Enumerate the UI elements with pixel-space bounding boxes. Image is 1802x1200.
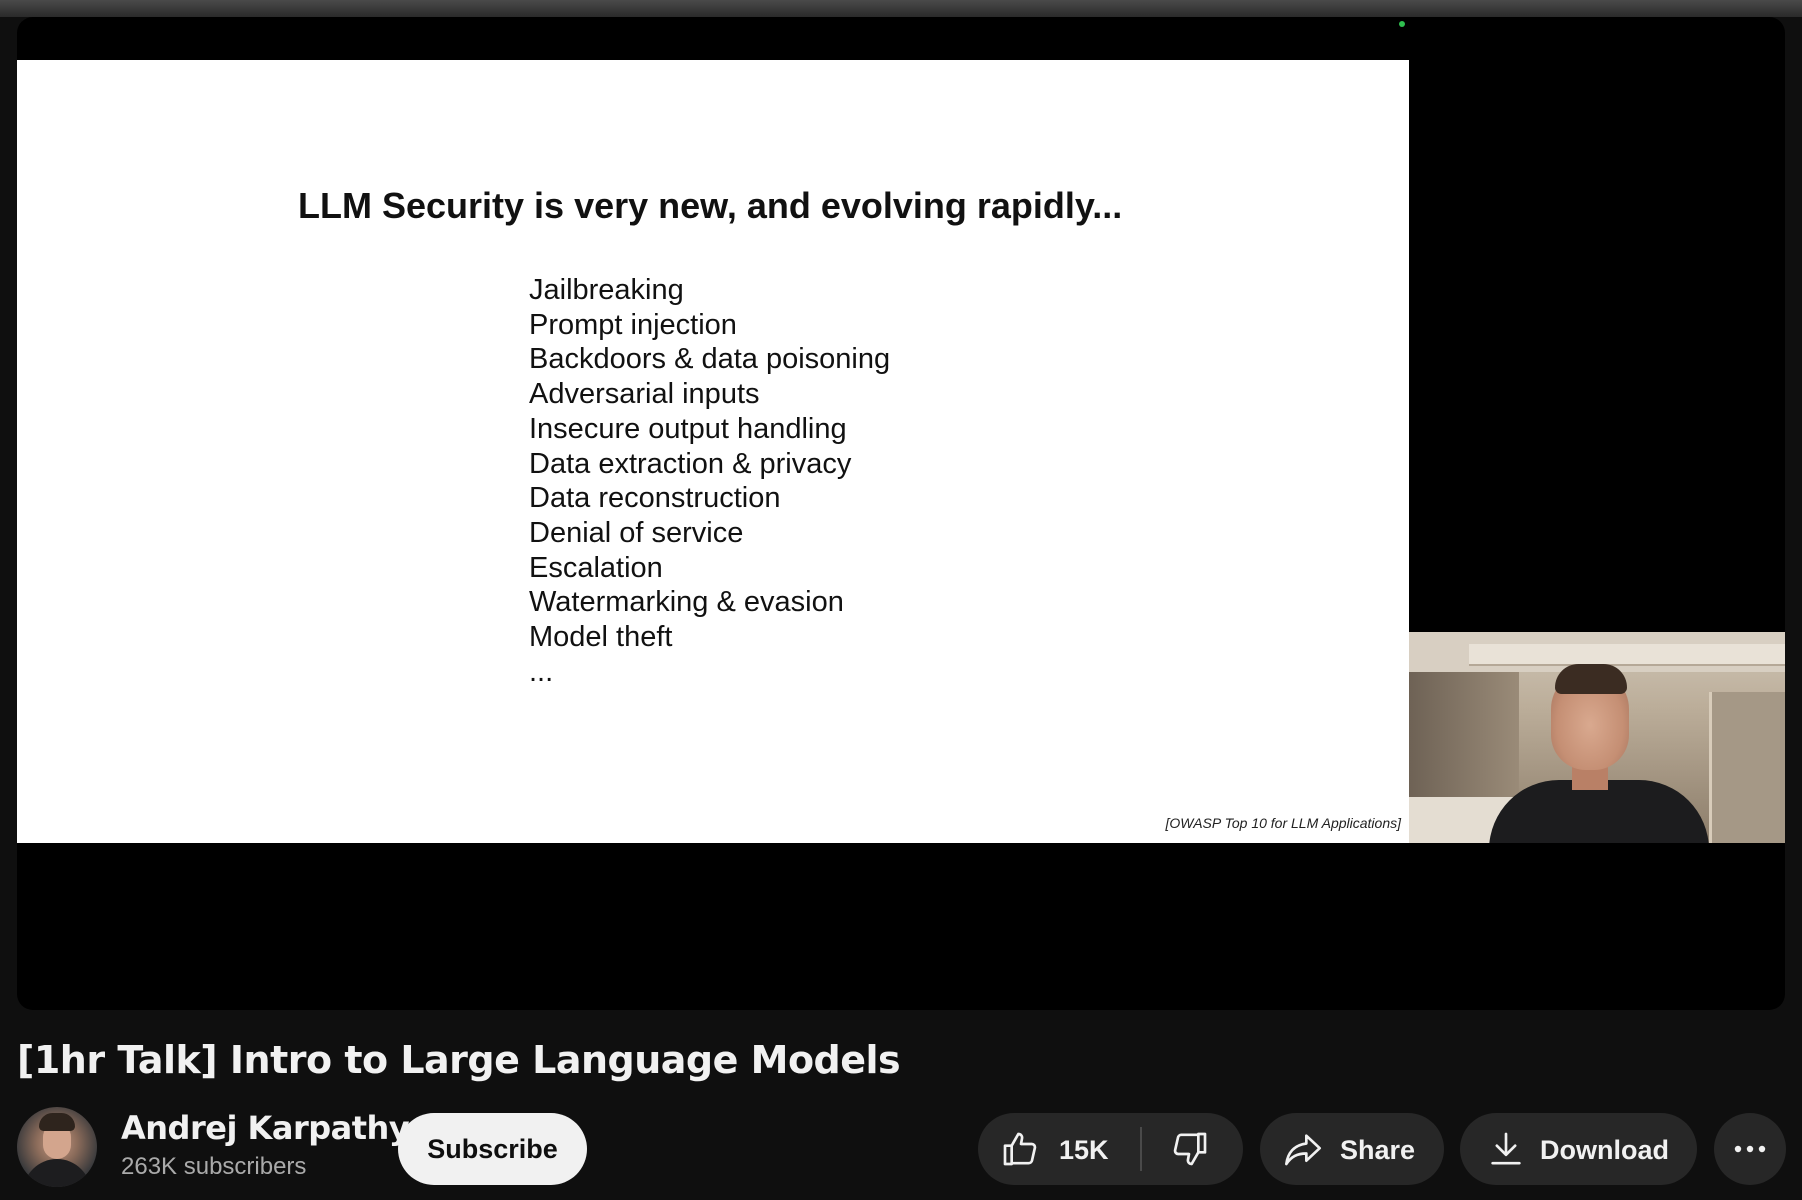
like-dislike-group: 15K [978,1113,1243,1185]
more-horizontal-icon [1734,1145,1766,1153]
channel-action-row: Andrej Karpathy 263K subscribers Subscri… [0,1105,1802,1187]
slide-list-item: Prompt injection [529,308,737,341]
recording-indicator-icon [1399,21,1405,27]
slide-list-item: Backdoors & data poisoning [529,343,891,376]
download-label: Download [1540,1135,1669,1165]
slide-list-item: Insecure output handling [529,412,847,445]
share-arrow-icon [1285,1134,1321,1166]
slide-list-item: Jailbreaking [529,274,684,306]
presentation-slide: LLM Security is very new, and evolving r… [17,60,1409,843]
slide-list-item: Model theft [529,621,673,654]
subscriber-count: 263K subscribers [121,1153,307,1180]
download-button[interactable]: Download [1460,1113,1697,1185]
channel-name[interactable]: Andrej Karpathy [121,1109,410,1147]
download-icon [1491,1132,1521,1165]
slide-list-item: ... [529,655,554,688]
thumbs-up-icon [1003,1132,1037,1166]
thumbs-down-icon [1173,1132,1207,1166]
slide-list-item: Data extraction & privacy [529,447,852,480]
dislike-button[interactable] [1142,1113,1243,1185]
slide-footnote: [OWASP Top 10 for LLM Applications] [1165,815,1401,831]
slide-list-item: Denial of service [529,516,744,549]
more-actions-button[interactable] [1714,1113,1786,1185]
like-button[interactable]: 15K [978,1113,1140,1185]
slide-title: LLM Security is very new, and evolving r… [298,185,1123,226]
slide-list-item: Escalation [529,551,663,584]
subscribe-button[interactable]: Subscribe [398,1113,587,1185]
video-player[interactable]: LLM Security is very new, and evolving r… [17,17,1785,1010]
slide-list-item: Watermarking & evasion [529,586,844,619]
slide-list-item: Adversarial inputs [529,378,760,411]
browser-top-strip [0,0,1802,17]
slide-list-item: Data reconstruction [529,482,781,515]
channel-avatar[interactable] [17,1107,97,1187]
speaker-webcam-overlay [1409,632,1785,843]
video-title: [1hr Talk] Intro to Large Language Model… [17,1038,901,1082]
like-count: 15K [1059,1135,1109,1165]
share-button[interactable]: Share [1260,1113,1444,1185]
slide-bullet-list: Jailbreaking Prompt injection Backdoors … [529,273,890,689]
share-label: Share [1340,1135,1416,1165]
